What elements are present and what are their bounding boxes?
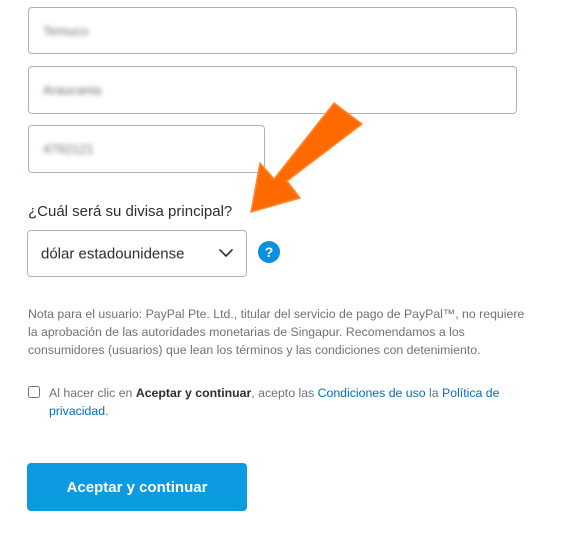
terms-agreement: Al hacer clic en Aceptar y continuar, ac…: [28, 384, 528, 420]
region-value: Araucania: [43, 82, 102, 98]
city-value: Temuco: [43, 23, 89, 38]
chevron-down-icon: [219, 249, 233, 257]
currency-select[interactable]: dólar estadounidense: [27, 230, 247, 277]
city-field[interactable]: Temuco: [28, 7, 517, 54]
currency-question-label: ¿Cuál será su divisa principal?: [28, 203, 233, 220]
accept-continue-button[interactable]: Aceptar y continuar: [27, 463, 247, 511]
agreement-suffix: .: [105, 404, 109, 418]
postal-code-field[interactable]: 4792121: [28, 125, 265, 173]
terms-checkbox[interactable]: [28, 386, 40, 398]
agreement-prefix: Al hacer clic en: [49, 386, 136, 400]
region-field[interactable]: Araucania: [28, 66, 517, 114]
agreement-connector: la: [425, 386, 443, 400]
postal-code-value: 4792121: [43, 141, 94, 157]
currency-selected-value: dólar estadounidense: [41, 245, 185, 262]
terms-agreement-text: Al hacer clic en Aceptar y continuar, ac…: [28, 384, 528, 420]
agreement-bold-label: Aceptar y continuar: [135, 386, 252, 400]
terms-of-use-link[interactable]: Condiciones de uso: [318, 386, 426, 400]
help-icon[interactable]: ?: [258, 241, 280, 263]
user-note: Nota para el usuario: PayPal Pte. Ltd., …: [28, 307, 525, 357]
agreement-middle: , acepto las: [251, 386, 318, 400]
